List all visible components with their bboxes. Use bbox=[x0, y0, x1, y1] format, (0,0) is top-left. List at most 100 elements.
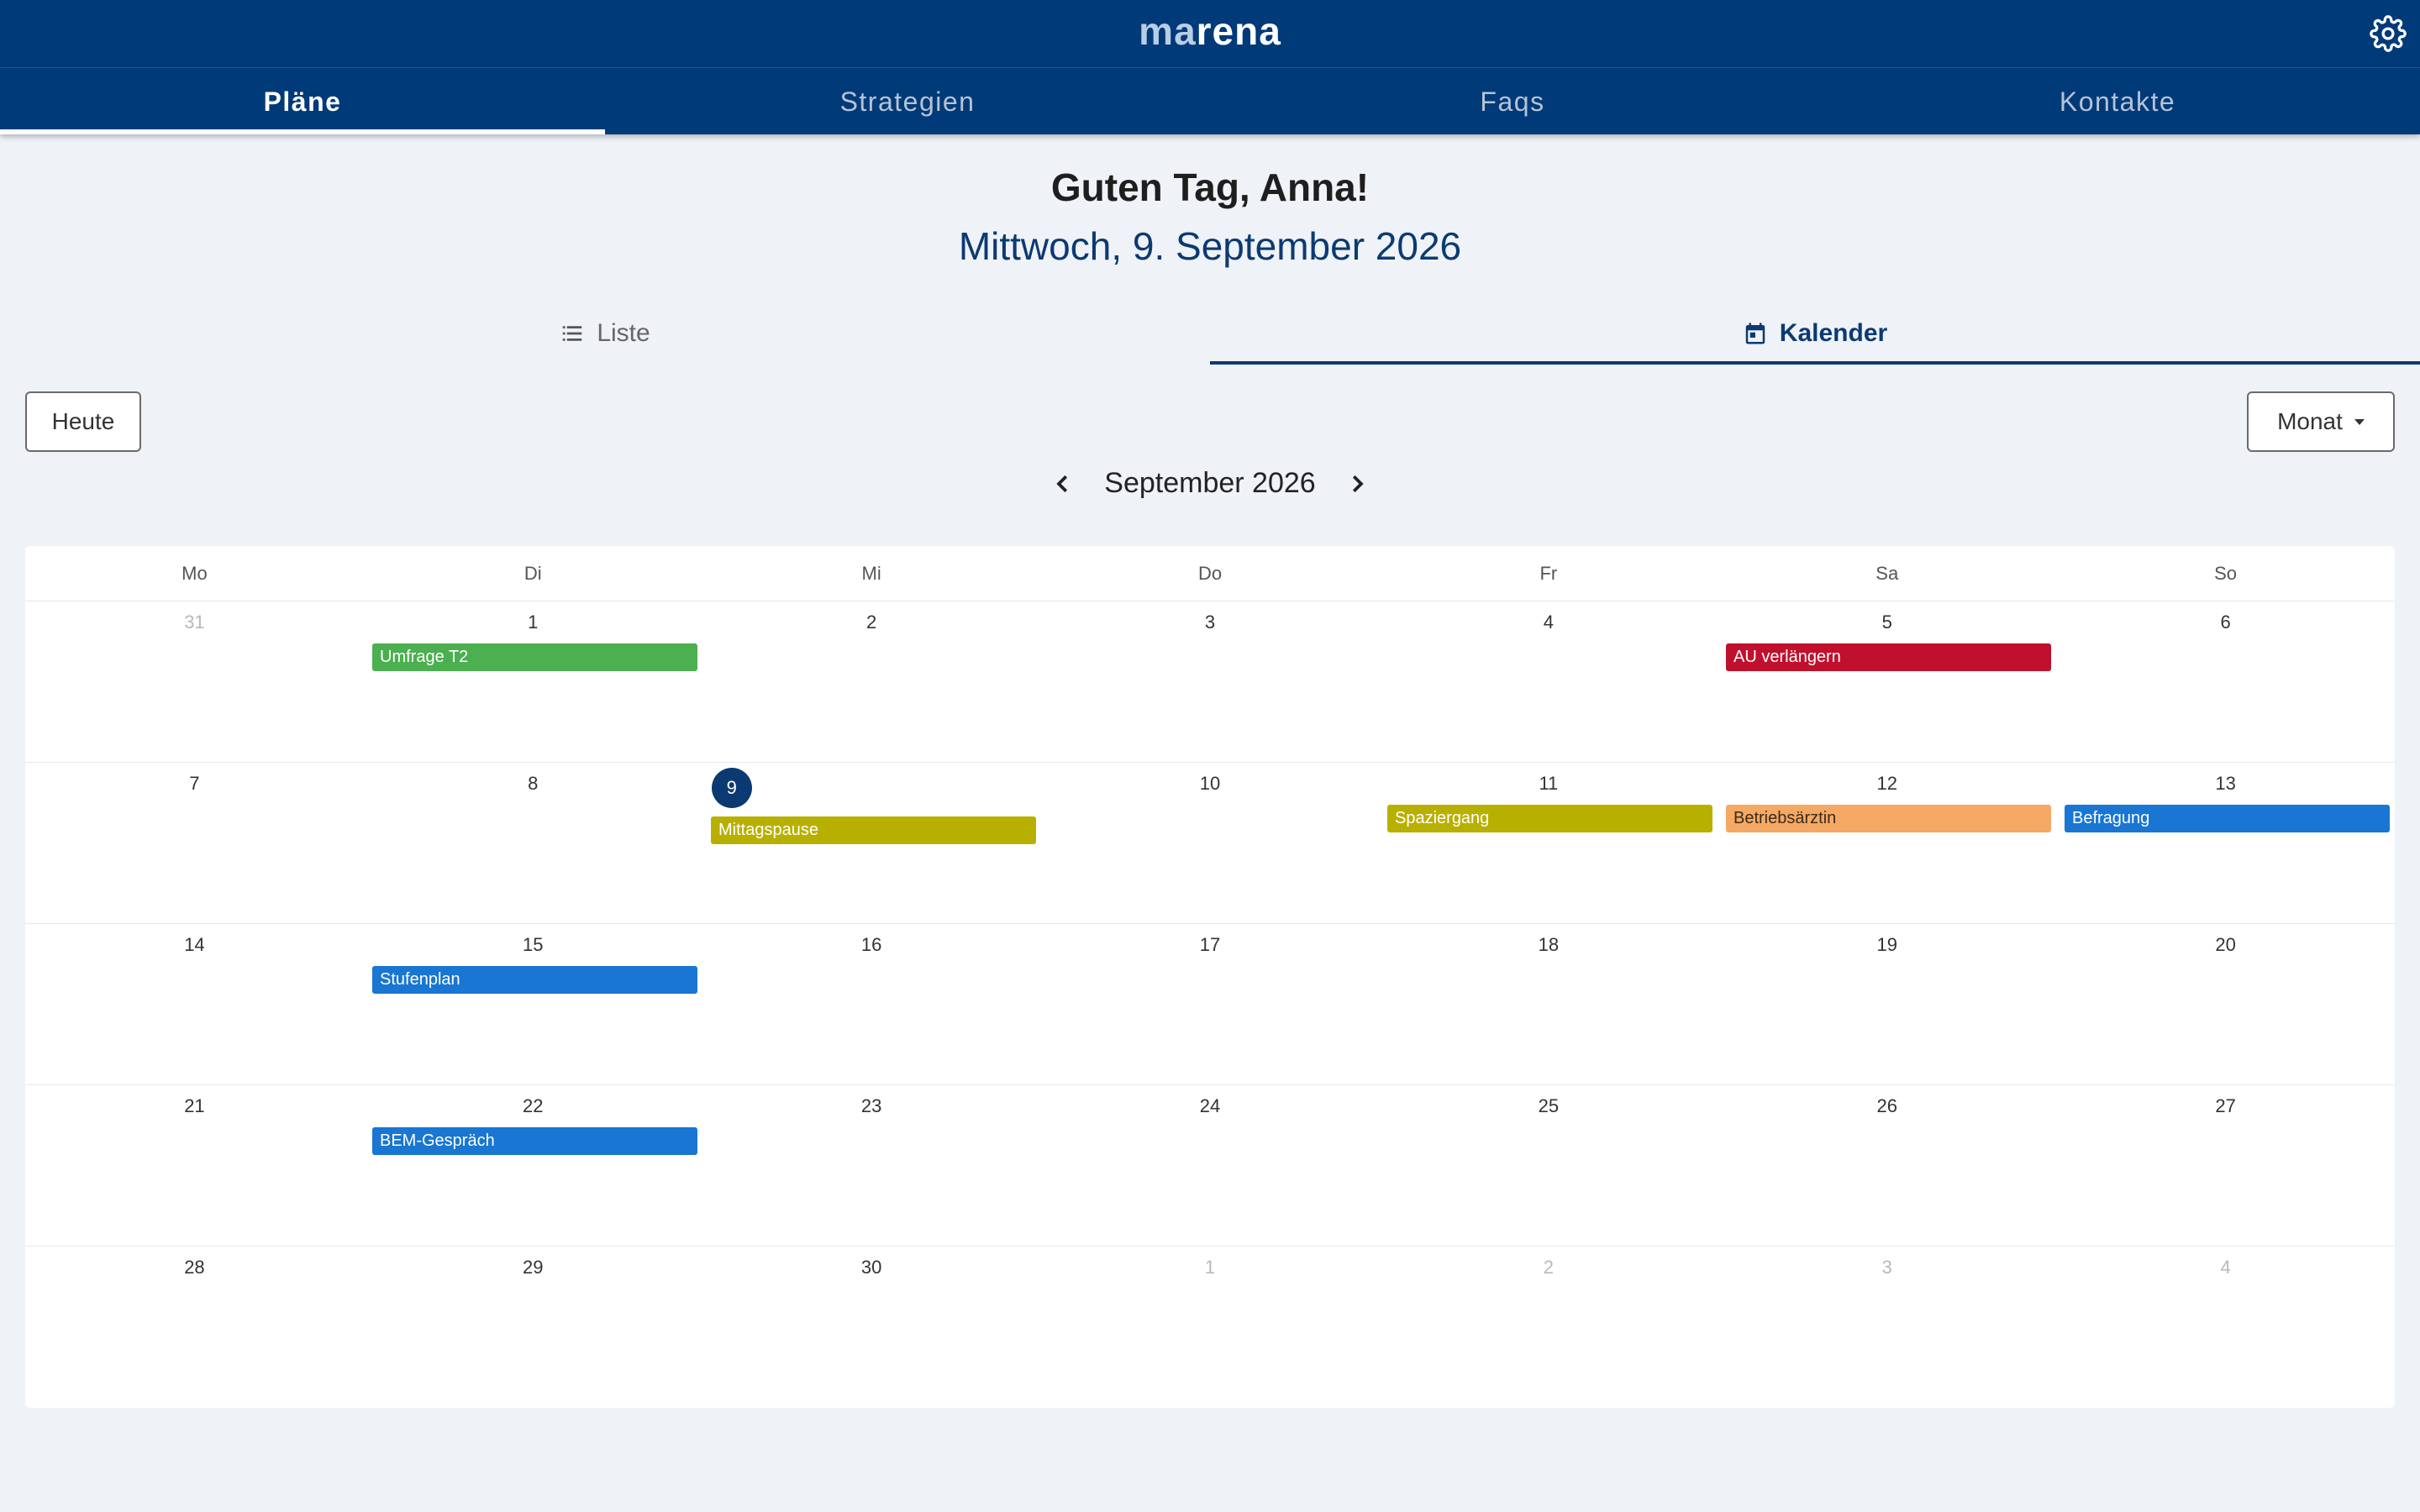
calendar-week: 21 22 23 24 25 26 27 BEM-Gespräch bbox=[25, 1085, 2395, 1247]
calendar-day[interactable]: 24 bbox=[1041, 1085, 1380, 1246]
calendar-day[interactable]: 3 bbox=[1718, 1247, 2056, 1408]
calendar-day[interactable]: 27 bbox=[2056, 1085, 2395, 1246]
day-number: 31 bbox=[184, 612, 205, 633]
calendar-day[interactable]: 1 bbox=[1041, 1247, 1380, 1408]
calendar-day[interactable]: 28 bbox=[25, 1247, 364, 1408]
calendar-day[interactable]: 13 bbox=[2056, 763, 2395, 923]
day-number: 21 bbox=[184, 1095, 205, 1116]
calendar-day[interactable]: 30 bbox=[702, 1247, 1041, 1408]
calendar-day[interactable]: 14 bbox=[25, 924, 364, 1084]
view-tabs: Liste Kalender bbox=[0, 302, 2420, 365]
calendar-day[interactable]: 22 bbox=[364, 1085, 702, 1246]
list-icon bbox=[563, 326, 582, 341]
calendar-day[interactable]: 4 bbox=[1379, 601, 1718, 762]
calendar-event[interactable]: Mittagspause bbox=[711, 816, 1036, 844]
chevron-right-icon[interactable] bbox=[1344, 471, 1370, 496]
tab-kalender[interactable]: Kalender bbox=[1210, 302, 2420, 365]
calendar-day[interactable]: 25 bbox=[1379, 1085, 1718, 1246]
calendar-event[interactable]: Betriebsärztin bbox=[1726, 805, 2051, 832]
logo-prefix: ma bbox=[1139, 9, 1197, 53]
weekday-label: Do bbox=[1197, 563, 1223, 584]
calendar-event[interactable]: Stufenplan bbox=[372, 966, 697, 994]
day-number: 29 bbox=[523, 1257, 544, 1278]
calendar-day[interactable]: 20 bbox=[2056, 924, 2395, 1084]
calendar-day[interactable]: 29 bbox=[364, 1247, 702, 1408]
view-select-button[interactable]: Monat bbox=[2247, 391, 2395, 452]
weekday-label: Mi bbox=[861, 563, 881, 584]
calendar-day[interactable]: 4 bbox=[2056, 1247, 2395, 1408]
calendar-event[interactable]: Befragung bbox=[2065, 805, 2390, 832]
calendar-day[interactable]: 17 bbox=[1041, 924, 1380, 1084]
weekday-label: Di bbox=[523, 563, 542, 584]
day-number: 26 bbox=[1876, 1095, 1897, 1116]
calendar-day[interactable]: 2 bbox=[702, 601, 1041, 762]
gear-icon[interactable] bbox=[2370, 15, 2407, 52]
calendar-day[interactable]: 11 bbox=[1379, 763, 1718, 923]
weekday-label: So bbox=[2214, 563, 2238, 584]
day-number: 1 bbox=[1204, 1257, 1216, 1278]
calendar-day[interactable]: 7 bbox=[25, 763, 364, 923]
weekday-label: Fr bbox=[1539, 563, 1558, 584]
day-number: 3 bbox=[1881, 1257, 1892, 1278]
calendar-week: 7 8 9 10 11 12 13 Mittagspause Spaziergang Betrie… bbox=[25, 763, 2395, 924]
day-number: 20 bbox=[2215, 934, 2236, 955]
chevron-left-icon[interactable] bbox=[1050, 471, 1076, 496]
app-header: marena bbox=[0, 0, 2420, 67]
calendar-day[interactable]: 16 bbox=[702, 924, 1041, 1084]
day-number: 27 bbox=[2215, 1095, 2236, 1116]
calendar-day[interactable]: 18 bbox=[1379, 924, 1718, 1084]
today-marker: 9 bbox=[711, 768, 752, 808]
day-number: 2 bbox=[866, 612, 877, 633]
calendar-day[interactable]: 3 bbox=[1041, 601, 1380, 762]
calendar-day[interactable]: 5 bbox=[1718, 601, 2056, 762]
day-number: 23 bbox=[860, 1095, 882, 1116]
day-number: 14 bbox=[184, 934, 205, 955]
day-number: 3 bbox=[1204, 612, 1216, 633]
day-number: 28 bbox=[184, 1257, 205, 1278]
day-number: 11 bbox=[1539, 773, 1559, 794]
day-number: 13 bbox=[2215, 773, 2236, 794]
day-number: 8 bbox=[528, 773, 539, 794]
weekday-label: Mo bbox=[182, 563, 208, 584]
day-number: 6 bbox=[2220, 612, 2231, 633]
calendar-event[interactable]: Umfrage T2 bbox=[372, 643, 697, 671]
day-number: 16 bbox=[860, 934, 882, 955]
calendar-week: 28 29 30 1 2 3 4 bbox=[25, 1247, 2395, 1408]
today-button[interactable]: Heute bbox=[25, 391, 141, 452]
calendar-day[interactable]: 8 bbox=[364, 763, 702, 923]
month-calendar: Mo Di Mi Do Fr Sa So 31 1 2 3 4 5 6 Umfrage T2 A… bbox=[25, 546, 2395, 1408]
tab-liste[interactable]: Liste bbox=[0, 302, 1210, 365]
calendar-day[interactable]: 15 bbox=[364, 924, 702, 1084]
calendar-weeks: 31 1 2 3 4 5 6 Umfrage T2 AU verlängern 7 8 9 10 11 12… bbox=[25, 601, 2395, 1408]
calendar-day[interactable]: 12 bbox=[1718, 763, 2056, 923]
calendar-day[interactable]: 23 bbox=[702, 1085, 1041, 1246]
calendar-day[interactable]: 21 bbox=[25, 1085, 364, 1246]
calendar-event[interactable]: Spaziergang bbox=[1387, 805, 1712, 832]
day-number: 25 bbox=[1538, 1095, 1560, 1116]
calendar-day[interactable]: 19 bbox=[1718, 924, 2056, 1084]
nav-tab-kontakte[interactable]: Kontakte bbox=[1815, 68, 2420, 134]
day-number: 24 bbox=[1199, 1095, 1221, 1116]
day-number: 30 bbox=[860, 1257, 882, 1278]
month-navigation: September 2026 bbox=[0, 467, 2420, 500]
calendar-day[interactable]: 2 bbox=[1379, 1247, 1718, 1408]
calendar-event[interactable]: AU verlängern bbox=[1726, 643, 2051, 671]
caret-down-icon bbox=[2354, 418, 2365, 425]
logo-suffix: rena bbox=[1196, 9, 1281, 53]
calendar-event[interactable]: BEM-Gespräch bbox=[372, 1127, 697, 1155]
day-number: 18 bbox=[1538, 934, 1560, 955]
nav-tab-strategien[interactable]: Strategien bbox=[605, 68, 1210, 134]
nav-tab-faqs[interactable]: Faqs bbox=[1210, 68, 1815, 134]
calendar-day[interactable]: 26 bbox=[1718, 1085, 2056, 1246]
calendar-day[interactable]: 6 bbox=[2056, 601, 2395, 762]
calendar-day[interactable]: 31 bbox=[25, 601, 364, 762]
day-number: 12 bbox=[1876, 773, 1897, 794]
weekday-header: Mo Di Mi Do Fr Sa So bbox=[25, 546, 2395, 601]
calendar-day[interactable]: 1 bbox=[364, 601, 702, 762]
tab-liste-label: Liste bbox=[597, 319, 650, 347]
calendar-week: 31 1 2 3 4 5 6 Umfrage T2 AU verlängern bbox=[25, 601, 2395, 763]
nav-tab-plaene[interactable]: Pläne bbox=[0, 68, 605, 134]
main-nav: Pläne Strategien Faqs Kontakte bbox=[0, 67, 2420, 134]
calendar-day[interactable]: 10 bbox=[1041, 763, 1380, 923]
weekday-label: Sa bbox=[1876, 563, 1899, 584]
